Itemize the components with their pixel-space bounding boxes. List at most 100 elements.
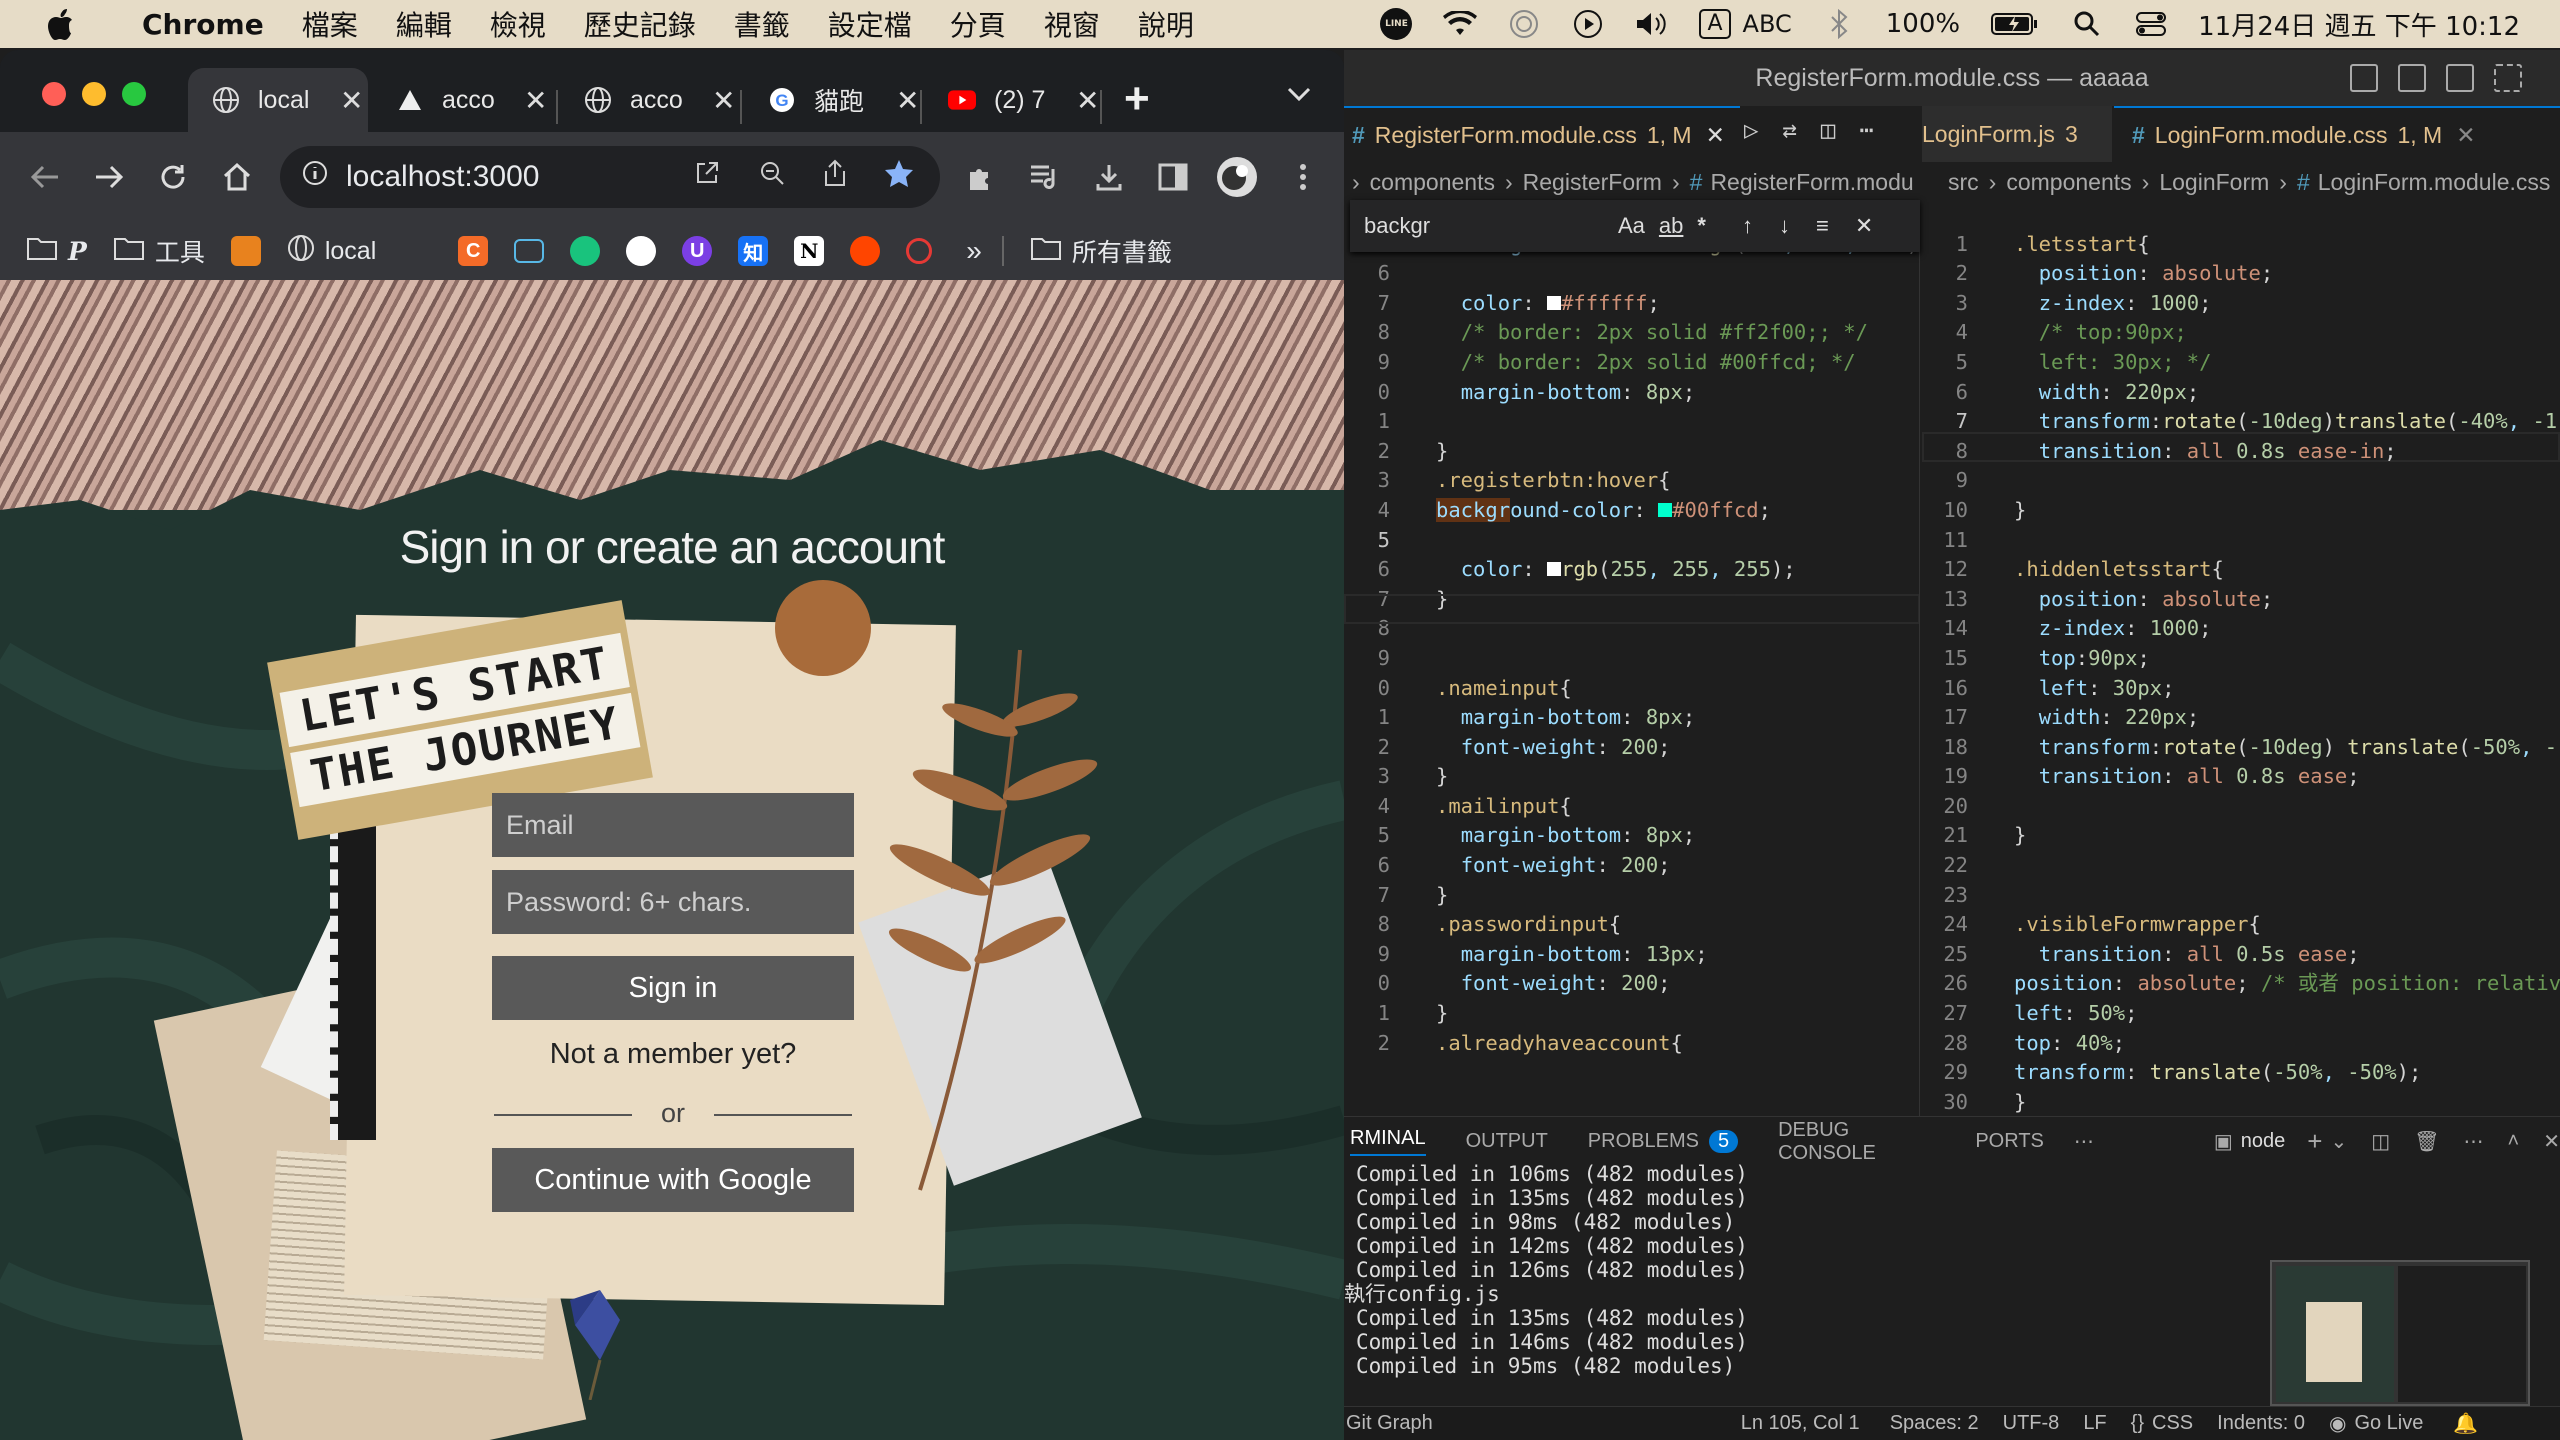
close-tab-icon[interactable]: ✕ bbox=[896, 84, 919, 117]
menu-help[interactable]: 說明 bbox=[1138, 4, 1194, 44]
app-name[interactable]: Chrome bbox=[142, 8, 264, 41]
compare-icon[interactable]: ⇄ bbox=[1782, 116, 1796, 144]
run-icon[interactable]: ▷ bbox=[1744, 116, 1758, 144]
bookmark-chatgpt[interactable] bbox=[570, 236, 601, 266]
tab-terminal[interactable]: RMINAL bbox=[1350, 1127, 1426, 1156]
tab-debug-console[interactable]: DEBUG CONSOLE bbox=[1778, 1119, 1935, 1165]
maximize-panel-icon[interactable]: ˄ bbox=[2508, 1130, 2520, 1153]
terminal-output[interactable]: Compiled in 106ms (482 modules) Compiled … bbox=[1344, 1162, 1748, 1378]
indents-indicator[interactable]: Indents: 0 bbox=[2217, 1412, 2305, 1435]
zoom-icon[interactable] bbox=[758, 159, 786, 195]
url-text[interactable]: localhost:3000 bbox=[346, 160, 539, 194]
regex-toggle[interactable]: * bbox=[1697, 213, 1706, 239]
find-input[interactable]: backgr bbox=[1364, 213, 1604, 239]
google-sign-in-button[interactable]: Continue with Google bbox=[492, 1148, 854, 1212]
go-live-button[interactable]: Go Live bbox=[2354, 1412, 2423, 1435]
share-icon[interactable] bbox=[822, 159, 848, 195]
spotlight-search-icon[interactable] bbox=[2070, 9, 2104, 39]
menu-profiles[interactable]: 設定檔 bbox=[828, 4, 912, 44]
profile-avatar[interactable] bbox=[1214, 154, 1260, 200]
close-tab-icon[interactable]: ✕ bbox=[2456, 122, 2475, 149]
editor-tab-registerform-css[interactable]: # RegisterForm.module.css 1, M ✕ bbox=[1344, 106, 1740, 162]
menu-window[interactable]: 視窗 bbox=[1044, 4, 1100, 44]
cursor-position[interactable]: Ln 105, Col 1 bbox=[1741, 1412, 1860, 1435]
end-of-line[interactable]: LF bbox=[2083, 1412, 2106, 1435]
editor-tab-loginform-css[interactable]: # LoginForm.module.css 1, M ✕ bbox=[2114, 106, 2560, 162]
back-arrow-icon[interactable] bbox=[22, 154, 68, 200]
home-icon[interactable] bbox=[214, 154, 260, 200]
more-panels-icon[interactable]: ⋯ bbox=[2074, 1129, 2094, 1154]
close-window-button[interactable] bbox=[42, 82, 66, 106]
bookmark-cloud[interactable] bbox=[906, 238, 933, 264]
close-tab-icon[interactable]: ✕ bbox=[524, 84, 547, 117]
tab-youtube[interactable]: (2) 7 ✕ bbox=[924, 68, 1104, 132]
split-editor-icon[interactable]: ◫ bbox=[1821, 116, 1835, 144]
previous-match-icon[interactable]: ↑ bbox=[1742, 213, 1753, 239]
bookmark-folder-p[interactable]: P bbox=[26, 235, 87, 268]
tab-account-2[interactable]: acco ✕ bbox=[560, 68, 740, 132]
bookmark-notion[interactable]: N bbox=[794, 236, 825, 266]
new-tab-button[interactable]: + bbox=[1124, 74, 1150, 124]
tab-output[interactable]: OUTPUT bbox=[1466, 1130, 1548, 1153]
menu-edit[interactable]: 編輯 bbox=[396, 4, 452, 44]
line-icon[interactable]: LINE bbox=[1379, 8, 1413, 40]
control-center-icon[interactable] bbox=[2134, 9, 2168, 39]
bluetooth-off-icon[interactable] bbox=[1822, 9, 1856, 39]
email-input[interactable]: Email bbox=[492, 793, 854, 857]
kill-terminal-icon[interactable]: 🗑 bbox=[2414, 1129, 2439, 1154]
input-method-name[interactable]: ABC bbox=[1743, 10, 1792, 38]
open-in-icon[interactable] bbox=[694, 160, 720, 194]
clock[interactable]: 11月24日 週五 下午 10:12 bbox=[2198, 6, 2520, 43]
reload-icon[interactable] bbox=[150, 154, 196, 200]
bookmark-bilibili[interactable] bbox=[514, 239, 545, 263]
tab-account-1[interactable]: acco ✕ bbox=[372, 68, 552, 132]
match-case-toggle[interactable]: Aa bbox=[1618, 213, 1645, 239]
panel-more-icon[interactable]: ⋯ bbox=[2464, 1129, 2484, 1154]
play-icon[interactable] bbox=[1571, 9, 1605, 39]
input-method-badge[interactable]: A bbox=[1699, 9, 1731, 39]
menu-file[interactable]: 檔案 bbox=[302, 4, 358, 44]
minimize-window-button[interactable] bbox=[82, 82, 106, 106]
sign-in-button[interactable]: Sign in bbox=[492, 956, 854, 1020]
media-control-icon[interactable] bbox=[1022, 154, 1068, 200]
download-icon[interactable] bbox=[1086, 154, 1132, 200]
address-bar[interactable]: localhost:3000 bbox=[280, 146, 940, 208]
bookmark-u[interactable]: U bbox=[682, 236, 713, 266]
bookmark-reddit[interactable] bbox=[850, 236, 881, 266]
close-tab-icon[interactable]: ✕ bbox=[712, 84, 735, 117]
terminal-dropdown-icon[interactable]: ⌄ bbox=[2330, 1129, 2347, 1154]
not-member-link[interactable]: Not a member yet? bbox=[492, 1038, 854, 1071]
editor-right[interactable]: 1 .letsstart{ 2 position: absolute; 3 z-i… bbox=[1922, 200, 2560, 1116]
bookmarks-overflow-button[interactable]: » bbox=[966, 235, 982, 267]
whole-word-toggle[interactable]: ab bbox=[1659, 213, 1683, 239]
zoom-window-button[interactable] bbox=[122, 82, 146, 106]
toggle-secondary-sidebar-icon[interactable] bbox=[2446, 64, 2474, 92]
airdrop-icon[interactable] bbox=[1507, 9, 1541, 39]
split-terminal-icon[interactable]: ◫ bbox=[2371, 1129, 2390, 1154]
indentation-spaces[interactable]: Spaces: 2 bbox=[1890, 1412, 1979, 1435]
more-menu-icon[interactable] bbox=[1280, 154, 1326, 200]
notifications-bell-icon[interactable]: 🔔 bbox=[2453, 1411, 2478, 1436]
toggle-panel-icon[interactable] bbox=[2398, 64, 2426, 92]
tab-problems[interactable]: PROBLEMS bbox=[1588, 1130, 1699, 1153]
close-tab-icon[interactable]: ✕ bbox=[1076, 84, 1099, 117]
close-find-icon[interactable]: ✕ bbox=[1855, 213, 1873, 239]
extensions-puzzle-icon[interactable] bbox=[958, 154, 1004, 200]
bookmark-c[interactable]: C bbox=[458, 236, 489, 266]
tab-ports[interactable]: PORTS bbox=[1975, 1130, 2044, 1153]
side-panel-icon[interactable] bbox=[1150, 154, 1196, 200]
close-tab-icon[interactable]: ✕ bbox=[1706, 122, 1725, 149]
battery-charging-icon[interactable] bbox=[1990, 9, 2040, 39]
more-actions-icon[interactable]: ⋯ bbox=[1859, 116, 1873, 144]
menu-tab[interactable]: 分頁 bbox=[950, 4, 1006, 44]
menu-view[interactable]: 檢視 bbox=[490, 4, 546, 44]
menu-bookmarks[interactable]: 書籤 bbox=[734, 4, 790, 44]
bookmark-cube[interactable] bbox=[230, 236, 261, 266]
bookmark-folder-tools[interactable]: 工具 bbox=[113, 233, 205, 269]
bookmark-flame[interactable] bbox=[402, 236, 432, 266]
close-panel-icon[interactable]: ✕ bbox=[2543, 1129, 2560, 1154]
next-match-icon[interactable]: ↓ bbox=[1779, 213, 1790, 239]
bookmark-star-icon[interactable] bbox=[884, 158, 914, 196]
all-bookmarks-folder[interactable]: 所有書籤 bbox=[1030, 233, 1172, 269]
editor-tab-loginform-js[interactable]: LoginForm.js 3 bbox=[1922, 106, 2112, 162]
